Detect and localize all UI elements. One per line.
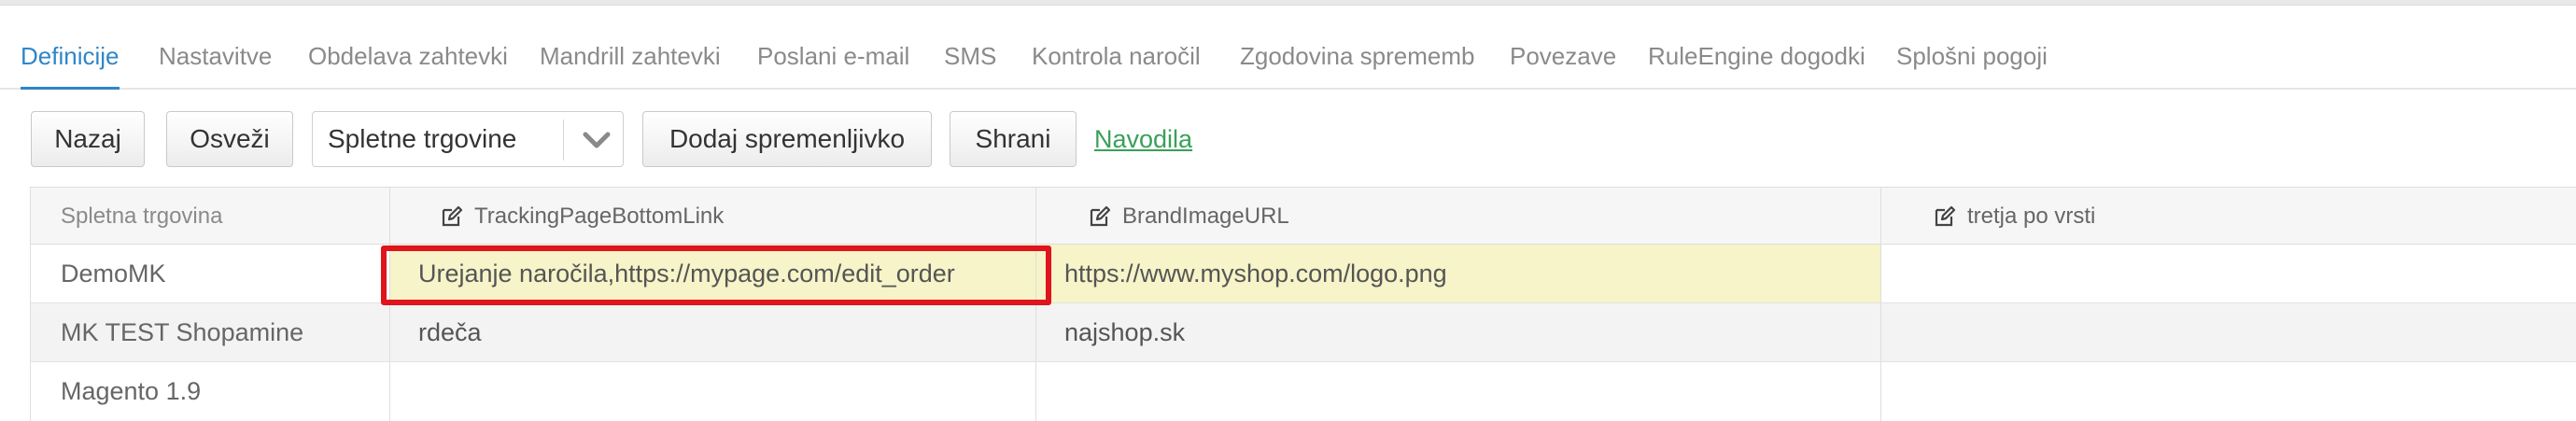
table-cell-store: DemoMK bbox=[30, 245, 390, 303]
tab-sms[interactable]: SMS bbox=[944, 34, 996, 88]
tab-kontrola-narocil[interactable]: Kontrola naročil bbox=[1032, 34, 1201, 88]
tab-definicije[interactable]: Definicije bbox=[21, 34, 120, 90]
tab-ruleengine-dogodki[interactable]: RuleEngine dogodki bbox=[1648, 34, 1865, 88]
back-button[interactable]: Nazaj bbox=[31, 111, 145, 167]
tab-splosni-pogoji[interactable]: Splošni pogoji bbox=[1896, 34, 2048, 88]
edit-icon[interactable] bbox=[1089, 205, 1111, 228]
column-header-brandimageurl[interactable]: BrandImageURL bbox=[1036, 187, 1881, 245]
table-cell-editable[interactable]: Urejanje naročila,https://mypage.com/edi… bbox=[390, 245, 1036, 303]
column-header-label: TrackingPageBottomLink bbox=[474, 203, 725, 229]
table-cell-editable[interactable] bbox=[1881, 362, 2576, 421]
variables-table: Spletna trgovina TrackingPageBottomLink … bbox=[30, 187, 2576, 421]
column-header-label: tretja po vrsti bbox=[1967, 203, 2096, 229]
tab-nastavitve[interactable]: Nastavitve bbox=[159, 34, 272, 88]
column-header-label: BrandImageURL bbox=[1122, 203, 1289, 229]
refresh-button[interactable]: Osveži bbox=[166, 111, 293, 167]
chevron-down-icon bbox=[583, 132, 611, 148]
tab-zgodovina-sprememb[interactable]: Zgodovina sprememb bbox=[1240, 34, 1474, 88]
tab-bar: Definicije Nastavitve Obdelava zahtevki … bbox=[0, 34, 2576, 90]
save-button[interactable]: Shrani bbox=[950, 111, 1077, 167]
edit-icon[interactable] bbox=[441, 205, 463, 228]
select-divider bbox=[563, 119, 564, 161]
column-header-label: Spletna trgovina bbox=[61, 203, 223, 229]
column-header-store[interactable]: Spletna trgovina bbox=[30, 187, 390, 245]
table-cell-editable[interactable] bbox=[1036, 362, 1881, 421]
store-select[interactable]: Spletne trgovine bbox=[312, 111, 624, 167]
add-variable-button[interactable]: Dodaj spremenljivko bbox=[642, 111, 932, 167]
store-select-value: Spletne trgovine bbox=[328, 124, 517, 153]
edit-icon[interactable] bbox=[1934, 205, 1956, 228]
table-cell-editable[interactable] bbox=[390, 362, 1036, 421]
column-header-trackingpagebottomlink[interactable]: TrackingPageBottomLink bbox=[390, 187, 1036, 245]
table-cell-store: Magento 1.9 bbox=[30, 362, 390, 421]
table-cell-editable[interactable] bbox=[1881, 245, 2576, 303]
table-cell-editable[interactable]: najshop.sk bbox=[1036, 303, 1881, 362]
table-cell-store: MK TEST Shopamine bbox=[30, 303, 390, 362]
top-border bbox=[0, 0, 2576, 6]
instructions-link[interactable]: Navodila bbox=[1094, 111, 1192, 167]
tab-obdelava-zahtevki[interactable]: Obdelava zahtevki bbox=[308, 34, 508, 88]
table-cell-editable[interactable]: rdeča bbox=[390, 303, 1036, 362]
tab-povezave[interactable]: Povezave bbox=[1510, 34, 1616, 88]
table-cell-editable[interactable] bbox=[1881, 303, 2576, 362]
tab-poslani-email[interactable]: Poslani e-mail bbox=[757, 34, 909, 88]
tab-mandrill-zahtevki[interactable]: Mandrill zahtevki bbox=[540, 34, 721, 88]
table-cell-editable[interactable]: https://www.myshop.com/logo.png bbox=[1036, 245, 1881, 303]
column-header-tretja-po-vrsti[interactable]: tretja po vrsti bbox=[1881, 187, 2576, 245]
